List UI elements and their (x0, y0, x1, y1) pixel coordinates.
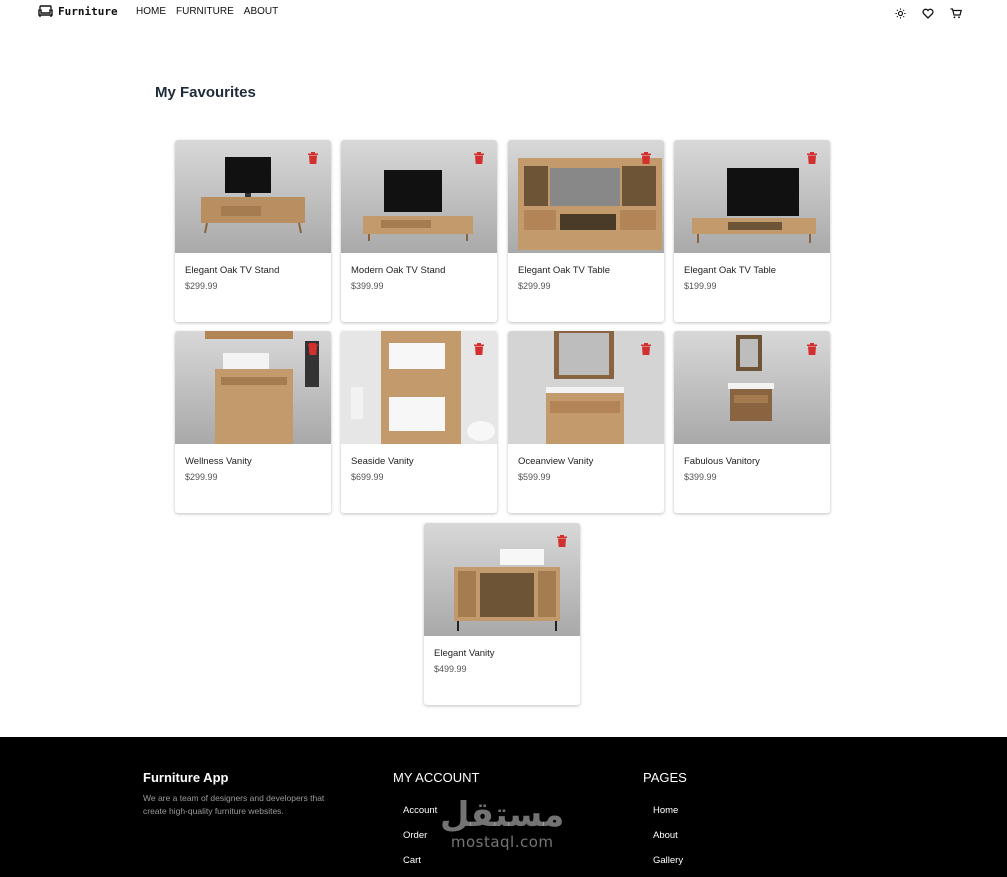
product-name[interactable]: Fabulous Vanitory (684, 456, 760, 467)
nav-about[interactable]: ABOUT (244, 6, 278, 17)
product-price: $399.99 (684, 472, 717, 482)
footer-about-text: We are a team of designers and developer… (143, 793, 325, 816)
product-price: $299.99 (518, 281, 551, 291)
product-name[interactable]: Elegant Oak TV Table (518, 265, 610, 276)
watermark-latin: mostaql.com (450, 833, 554, 851)
brand-logo[interactable]: Furniture (38, 5, 118, 18)
product-price: $499.99 (434, 664, 467, 674)
product-card[interactable]: Elegant Oak TV Stand $299.99 (175, 140, 331, 322)
product-name[interactable]: Seaside Vanity (351, 456, 414, 467)
trash-icon[interactable] (641, 151, 651, 164)
heart-icon[interactable] (921, 6, 935, 20)
footer-link-home[interactable]: Home (653, 805, 683, 830)
product-name[interactable]: Elegant Oak TV Stand (185, 265, 279, 276)
watermark-arabic: مستقل (440, 795, 565, 835)
footer-account-title: MY ACCOUNT (393, 770, 480, 785)
product-price: $199.99 (684, 281, 717, 291)
footer-link-about[interactable]: About (653, 830, 683, 855)
product-card[interactable]: Oceanview Vanity $599.99 (508, 331, 664, 513)
product-card[interactable]: Wellness Vanity $299.99 (175, 331, 331, 513)
product-name[interactable]: Elegant Vanity (434, 648, 495, 659)
product-name[interactable]: Elegant Oak TV Table (684, 265, 776, 276)
header-actions (893, 6, 963, 20)
product-card[interactable]: Modern Oak TV Stand $399.99 (341, 140, 497, 322)
cart-icon[interactable] (949, 6, 963, 20)
trash-icon[interactable] (308, 151, 318, 164)
trash-icon[interactable] (474, 151, 484, 164)
nav-furniture[interactable]: FURNITURE (176, 6, 234, 17)
product-name[interactable]: Modern Oak TV Stand (351, 265, 445, 276)
product-card[interactable]: Elegant Vanity $499.99 (424, 523, 580, 705)
trash-icon[interactable] (807, 342, 817, 355)
trash-icon[interactable] (641, 342, 651, 355)
trash-icon[interactable] (474, 342, 484, 355)
footer-link-cart[interactable]: Cart (403, 855, 437, 877)
site-footer: Furniture App We are a team of designers… (0, 737, 1007, 877)
product-price: $399.99 (351, 281, 384, 291)
product-card[interactable]: Elegant Oak TV Table $299.99 (508, 140, 664, 322)
product-price: $699.99 (351, 472, 384, 482)
product-name[interactable]: Wellness Vanity (185, 456, 252, 467)
footer-account-links: Account Order Cart (403, 805, 437, 877)
product-card[interactable]: Elegant Oak TV Table $199.99 (674, 140, 830, 322)
footer-link-order[interactable]: Order (403, 830, 437, 855)
product-card[interactable]: Fabulous Vanitory $399.99 (674, 331, 830, 513)
product-price: $299.99 (185, 281, 218, 291)
nav-home[interactable]: HOME (136, 6, 166, 17)
footer-link-gallery[interactable]: Gallery (653, 855, 683, 877)
product-name[interactable]: Oceanview Vanity (518, 456, 593, 467)
page-title: My Favourites (155, 84, 256, 101)
main-nav: HOME FURNITURE ABOUT (136, 6, 278, 17)
trash-icon[interactable] (807, 151, 817, 164)
sun-icon[interactable] (893, 6, 907, 20)
watermark: مستقل mostaql.com (440, 797, 564, 851)
footer-link-account[interactable]: Account (403, 805, 437, 830)
trash-icon[interactable] (308, 342, 318, 355)
brand-name: Furniture (58, 5, 118, 18)
product-card[interactable]: Seaside Vanity $699.99 (341, 331, 497, 513)
product-price: $599.99 (518, 472, 551, 482)
product-price: $299.99 (185, 472, 218, 482)
sofa-icon (38, 5, 53, 18)
footer-pages-links: Home About Gallery (653, 805, 683, 877)
footer-app-title: Furniture App (143, 770, 229, 785)
footer-pages-title: PAGES (643, 770, 687, 785)
trash-icon[interactable] (557, 534, 567, 547)
top-navbar: Furniture HOME FURNITURE ABOUT (0, 0, 1007, 26)
